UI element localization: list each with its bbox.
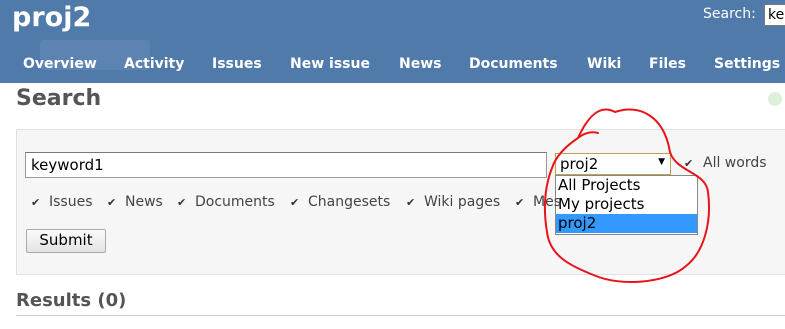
changesets-checkbox[interactable]: ✔ bbox=[290, 197, 301, 208]
menu-item-files[interactable]: Files bbox=[649, 56, 686, 72]
wiki-pages-type-label: Wiki pages bbox=[424, 194, 501, 210]
search-query-input[interactable] bbox=[25, 152, 547, 178]
menu-item-new-issue[interactable]: New issue bbox=[290, 56, 370, 72]
scope-option-proj2[interactable]: proj2 bbox=[556, 214, 697, 233]
news-type-label: News bbox=[125, 194, 163, 210]
main-menu: Overview Activity Issues New issue News … bbox=[0, 52, 785, 78]
scope-option-all-projects[interactable]: All Projects bbox=[556, 176, 697, 195]
project-scope-select[interactable]: proj2 ▼ bbox=[555, 153, 671, 175]
menu-item-news[interactable]: News bbox=[399, 56, 441, 72]
changesets-type-label: Changesets bbox=[308, 194, 391, 210]
menu-item-wiki[interactable]: Wiki bbox=[587, 56, 621, 72]
issues-checkbox[interactable]: ✔ bbox=[31, 197, 42, 208]
messages-checkbox[interactable]: ✔ bbox=[515, 197, 526, 208]
menu-item-overview[interactable]: Overview bbox=[23, 56, 97, 72]
menu-item-activity[interactable]: Activity bbox=[124, 56, 184, 72]
news-checkbox[interactable]: ✔ bbox=[107, 197, 118, 208]
scope-selected-value: proj2 bbox=[560, 155, 599, 173]
quick-search-input[interactable] bbox=[764, 4, 785, 26]
page-title: Search bbox=[16, 86, 102, 111]
all-words-label: All words bbox=[703, 155, 767, 171]
project-title[interactable]: proj2 bbox=[12, 2, 91, 33]
quick-search-label: Search: bbox=[703, 6, 756, 22]
submit-button[interactable]: Submit bbox=[26, 229, 106, 253]
menu-item-issues[interactable]: Issues bbox=[212, 56, 262, 72]
chevron-down-icon: ▼ bbox=[658, 157, 665, 167]
header: proj2 Search: Overview Activity Issues N… bbox=[0, 0, 785, 83]
scope-option-my-projects[interactable]: My projects bbox=[556, 195, 697, 214]
menu-item-documents[interactable]: Documents bbox=[469, 56, 558, 72]
documents-checkbox[interactable]: ✔ bbox=[177, 197, 188, 208]
menu-item-settings[interactable]: Settings bbox=[714, 56, 780, 72]
scope-dropdown-list: All Projects My projects proj2 bbox=[555, 175, 698, 235]
all-words-checkbox[interactable]: ✔ bbox=[684, 158, 695, 169]
issues-type-label: Issues bbox=[49, 194, 93, 210]
wiki-pages-checkbox[interactable]: ✔ bbox=[406, 197, 417, 208]
results-heading: Results (0) bbox=[16, 290, 127, 311]
documents-type-label: Documents bbox=[195, 194, 275, 210]
divider bbox=[16, 315, 785, 316]
messages-type-label: Mes bbox=[533, 194, 561, 210]
ghost-dot bbox=[768, 92, 782, 106]
